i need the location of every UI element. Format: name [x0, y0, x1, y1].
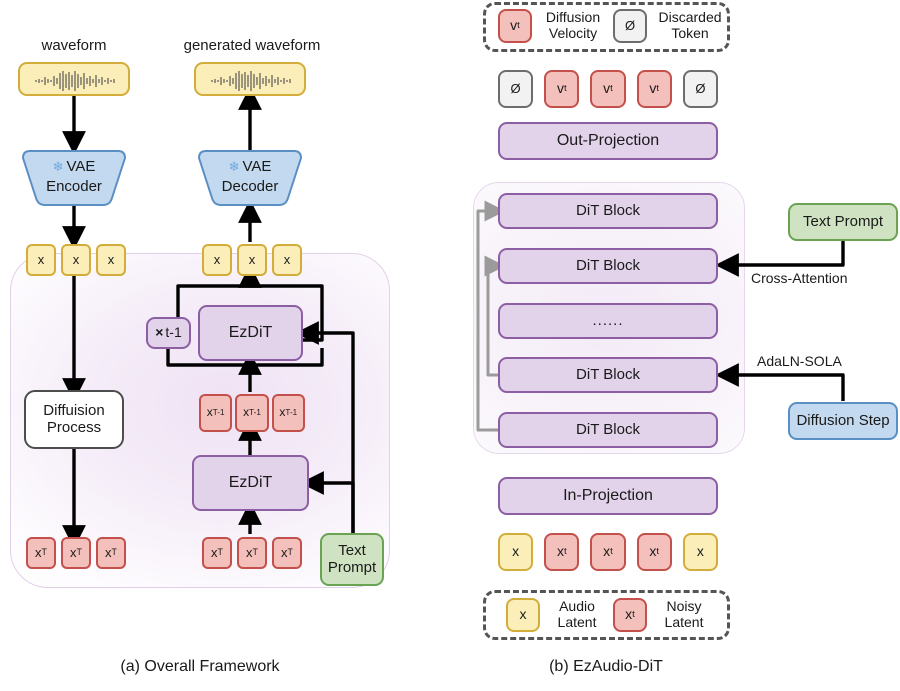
input-token-row: x xt xt xt x — [498, 533, 719, 571]
legend-label-line1: Noisy — [666, 598, 702, 615]
generated-waveform-label: generated waveform — [183, 36, 321, 54]
adaln-sola-label: AdaLN-SOLA — [757, 353, 842, 369]
out-projection-block: Out-Projection — [498, 122, 718, 160]
noisy-token-tminus1: x T-1 — [235, 394, 269, 432]
legend-label-line1: Diffusion — [545, 9, 601, 26]
legend-noisy-latent-token: xt — [613, 598, 647, 632]
text-prompt-node-a: Text Prompt — [320, 533, 384, 586]
dit-block-ellipsis: ...... — [498, 303, 718, 339]
legend-label-line2: Token — [671, 25, 709, 41]
velocity-token: vt — [590, 70, 626, 108]
audio-latent-token: x — [682, 533, 719, 571]
waveform-icon — [211, 71, 291, 91]
dit-block-2: DiT Block — [498, 248, 718, 284]
noisy-token-tminus1: x T-1 — [199, 394, 233, 432]
legend-label-line2: Velocity — [548, 25, 598, 41]
noisy-latent-token: xt — [590, 533, 626, 571]
diffusion-process-line1: Diffuision — [43, 401, 105, 419]
discarded-token: Ø — [682, 70, 719, 108]
cross-attention-label: Cross-Attention — [751, 270, 848, 286]
noisy-token: xT — [237, 537, 267, 569]
noisy-token: xT — [96, 537, 126, 569]
legend-discarded-token: Ø — [613, 9, 647, 43]
noisy-token: xT — [26, 537, 56, 569]
loop-count-value: t-1 — [165, 324, 182, 341]
legend-label-line1: Discarded — [658, 9, 722, 26]
caption-b: (b) EzAudio-DiT — [549, 658, 663, 676]
waveform-box — [18, 62, 130, 96]
waveform-label: waveform — [41, 36, 107, 54]
output-token-row: Ø vt vt vt Ø — [498, 70, 719, 108]
legend-noisy-latent-label: Noisy Latent — [652, 598, 716, 632]
noisy-token: xT — [61, 537, 91, 569]
legend-diffusion-velocity-label: Diffusion Velocity — [537, 9, 609, 43]
dit-block-1: DiT Block — [498, 193, 718, 229]
discarded-token: Ø — [498, 70, 534, 108]
legend-audio-latent-token: x — [506, 598, 540, 632]
vae-encoder-title: VAE — [66, 157, 96, 175]
latent-token: x — [202, 244, 232, 276]
diffusion-process-line2: Process — [46, 418, 102, 436]
snowflake-icon: ❄ — [228, 158, 240, 174]
latent-token: x — [237, 244, 267, 276]
caption-a: (a) Overall Framework — [120, 658, 280, 676]
generated-waveform-box — [194, 62, 306, 96]
latent-token-row-right: x x x — [202, 244, 302, 276]
vae-decoder-title: VAE — [242, 157, 272, 175]
legend-label-line2: Latent — [664, 614, 704, 630]
latent-token: x — [96, 244, 126, 276]
noisy-token: xT — [202, 537, 232, 569]
legend-discarded-token-label: Discarded Token — [652, 9, 728, 43]
noisy-token-row-tminus1: x T-1 x T-1 x T-1 — [199, 394, 305, 432]
in-projection-block: In-Projection — [498, 477, 718, 515]
noisy-token: xT — [272, 537, 302, 569]
latent-token-row-left: x x x — [26, 244, 126, 276]
dit-block-3: DiT Block — [498, 357, 718, 393]
text-prompt-line1: Text — [338, 541, 366, 559]
vae-encoder-line2: Encoder — [46, 177, 102, 195]
dit-block-4: DiT Block — [498, 412, 718, 448]
diffusion-step-node: Diffusion Step — [788, 402, 898, 440]
latent-token: x — [272, 244, 302, 276]
vae-encoder-node: ❄ VAE Encoder — [20, 148, 128, 208]
legend-label-line1: Audio — [559, 598, 595, 615]
noisy-latent-token: xt — [636, 533, 672, 571]
noisy-token-row-left: xT xT xT — [26, 537, 126, 569]
vae-decoder-line2: Decoder — [221, 177, 279, 195]
times-icon: × — [155, 324, 164, 341]
figure-canvas: waveform generated waveform ❄ VAE Encode… — [0, 0, 900, 691]
diffusion-process-node: Diffuision Process — [24, 390, 124, 449]
noisy-token-row-right: xT xT xT — [202, 537, 302, 569]
vae-encoder-line1: ❄ VAE — [20, 157, 128, 177]
loop-count-box: × t-1 — [146, 317, 191, 349]
audio-latent-token: x — [498, 533, 534, 571]
velocity-token: vt — [636, 70, 672, 108]
text-prompt-node-b: Text Prompt — [788, 203, 898, 241]
legend-label-line2: Latent — [557, 614, 597, 630]
text-prompt-line2: Prompt — [327, 558, 377, 576]
snowflake-icon: ❄ — [52, 158, 64, 174]
noisy-latent-token: xt — [544, 533, 580, 571]
vae-decoder-line1: ❄ VAE — [196, 157, 304, 177]
latent-token: x — [61, 244, 91, 276]
legend-audio-latent-label: Audio Latent — [545, 598, 609, 632]
waveform-icon — [35, 71, 115, 91]
ezdit-bottom-node: EzDiT — [192, 455, 309, 511]
ezdit-top-node: EzDiT — [198, 305, 303, 361]
velocity-token: vt — [544, 70, 580, 108]
noisy-token-tminus1: x T-1 — [271, 394, 305, 432]
latent-token: x — [26, 244, 56, 276]
vae-decoder-node: ❄ VAE Decoder — [196, 148, 304, 208]
legend-diffusion-velocity-token: vt — [498, 9, 532, 43]
